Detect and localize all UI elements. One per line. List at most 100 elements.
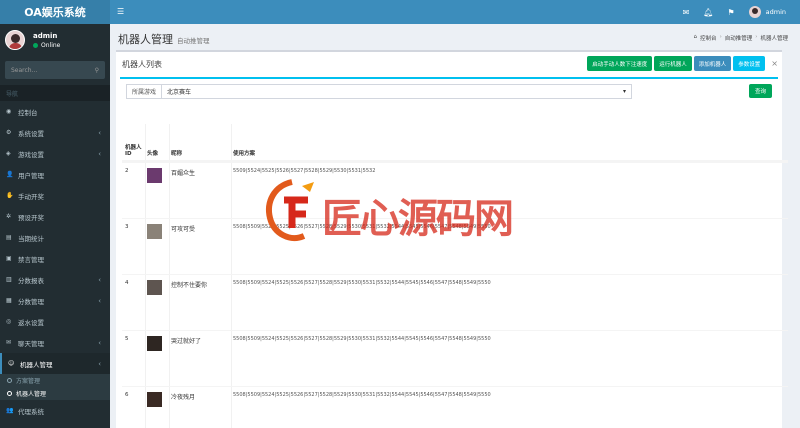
sidebar-item-label: 用户管理: [18, 171, 44, 180]
add-robot-button[interactable]: 添加机器人: [693, 56, 732, 71]
chevron-left-icon: ‹: [98, 128, 101, 137]
header-nickname: 昵称: [171, 151, 183, 157]
user-menu[interactable]: admin: [748, 6, 786, 18]
robot-nickname: 冷夜残月: [171, 394, 196, 401]
submenu-item[interactable]: 方案管理: [0, 374, 110, 387]
table-row[interactable]: 4 控制不住要你 5508|5509|5524|5525|5526|5527|552…: [122, 274, 788, 330]
user-name: admin: [33, 31, 58, 40]
breadcrumb-separator: ›: [719, 34, 722, 40]
sidebar-item[interactable]: ✋ 手动开奖: [0, 185, 110, 206]
table-header: 机器人ID 头像 昵称 使用方案: [122, 124, 788, 162]
chat-icon: ✉: [6, 339, 12, 346]
sidebar-item-label: 禁言管理: [18, 255, 44, 264]
game-filter: 所属游戏 北京赛车 ▾: [126, 84, 633, 99]
topbar-avatar: [748, 6, 761, 18]
sidebar-item[interactable]: ✲ 预设开奖: [0, 206, 110, 227]
robot-plan: 5508|5509|5524|5525|5526|5527|5528|5529|…: [233, 336, 491, 342]
robot-id: 5: [125, 336, 129, 342]
sidebar-item-label: 系统设置: [18, 129, 44, 138]
start-manual-bet-speed-button[interactable]: 启动手动人数下注速度: [587, 56, 653, 71]
dashboard-icon: ◉: [6, 108, 12, 115]
menu-toggle-icon[interactable]: ☰: [117, 7, 124, 16]
robot-submenu: 方案管理 机器人管理: [0, 374, 110, 400]
sidebar-item-label: 返水设置: [18, 318, 44, 327]
avatar-cell: [144, 336, 168, 386]
status-label: Online: [41, 41, 61, 49]
user-status: Online: [33, 42, 60, 49]
sidebar-item[interactable]: ◎ 返水设置: [0, 311, 110, 332]
robot-avatar: [147, 336, 162, 351]
box-title: 机器人列表: [122, 60, 162, 69]
chevron-left-icon: ‹: [98, 359, 101, 368]
robot-avatar: [147, 280, 162, 295]
search-placeholder: Search...: [11, 66, 38, 74]
breadcrumb-item[interactable]: 自动推管理: [725, 34, 753, 42]
sidebar-item[interactable]: ⚙ 系统设置 ‹: [0, 122, 110, 143]
submenu-item-label: 方案管理: [16, 378, 41, 385]
watermark-logo-icon: [266, 179, 314, 241]
search-icon[interactable]: ⚲: [95, 67, 99, 74]
robot-avatar: [147, 392, 162, 407]
robot-icon: ☺: [8, 360, 15, 367]
divider: [120, 77, 778, 79]
breadcrumb-item[interactable]: 控制台: [700, 34, 717, 42]
sidebar-item[interactable]: ✉ 聊天管理 ‹: [0, 332, 110, 353]
page-title: 机器人管理 自动推管理: [118, 31, 210, 47]
mail-icon[interactable]: ✉: [683, 8, 690, 17]
sidebar-item-label: 聊天管理: [18, 339, 44, 348]
home-icon: ⌂: [693, 34, 698, 40]
circle-icon: [7, 391, 12, 396]
query-button[interactable]: 查询: [748, 84, 772, 98]
sidebar-item[interactable]: ▦ 分数管理 ‹: [0, 290, 110, 311]
flag-icon[interactable]: ⚑: [727, 8, 734, 17]
robot-table: 机器人ID 头像 昵称 使用方案 2 百媚众生 5509|5524|5525|552…: [122, 124, 788, 428]
sidebar-item[interactable]: ◉ 控制台: [0, 101, 110, 122]
user-panel: admin Online: [0, 24, 110, 56]
robot-id: 2: [125, 168, 129, 174]
sidebar-item[interactable]: ▤ 当期统计: [0, 227, 110, 248]
breadcrumb: ⌂ 控制台 › 自动推管理 › 机器人管理: [694, 34, 788, 42]
robot-plan: 5508|5509|5524|5525|5526|5527|5528|5529|…: [233, 392, 491, 398]
sidebar-item[interactable]: ◈ 游戏设置 ‹: [0, 143, 110, 164]
chevron-left-icon: ‹: [98, 149, 101, 158]
robot-avatar: [147, 168, 162, 183]
robot-plan: 5508|5509|5524|5525|5526|5527|5528|5529|…: [233, 280, 491, 286]
breadcrumb-item-current: 机器人管理: [760, 36, 788, 42]
run-robot-button[interactable]: 运行机器人: [654, 56, 692, 71]
parameter-settings-button[interactable]: 参数设置: [733, 56, 766, 71]
top-navbar: ☰ ✉ 🔔︎ ⚑ admin: [110, 0, 800, 24]
sidebar-item[interactable]: ▥ 分数报表 ‹: [0, 269, 110, 290]
table-row[interactable]: 6 冷夜残月 5508|5509|5524|5525|5526|5527|5528|…: [122, 386, 788, 428]
sidebar-item[interactable]: ☺ 机器人管理 ‹: [0, 353, 110, 374]
chevron-left-icon: ‹: [98, 338, 101, 347]
sidebar-item-label: 预设开奖: [18, 213, 44, 222]
avatar: [5, 30, 25, 50]
robot-nickname: 可攻可受: [171, 226, 196, 233]
nav-header: 导航: [0, 85, 110, 101]
bell-icon[interactable]: 🔔︎: [703, 8, 713, 17]
stats-icon: ▤: [6, 234, 12, 241]
submenu-item[interactable]: 机器人管理: [0, 387, 110, 400]
robot-avatar: [147, 224, 162, 239]
close-icon[interactable]: ×: [771, 59, 778, 68]
robot-id: 3: [125, 224, 129, 230]
online-dot-icon: [33, 42, 38, 48]
app-logo[interactable]: OA娱乐系统: [0, 0, 110, 24]
sidebar-item-agent[interactable]: 👥 代理系统: [0, 400, 110, 421]
chevron-down-icon: ▾: [623, 88, 627, 95]
chevron-left-icon: ‹: [98, 296, 101, 305]
sidebar-item[interactable]: ▣ 禁言管理: [0, 248, 110, 269]
header-avatar: 头像: [147, 151, 159, 157]
content-header: 机器人管理 自动推管理 ⌂ 控制台 › 自动推管理 › 机器人管理: [110, 24, 800, 50]
game-select[interactable]: 北京赛车 ▾: [162, 84, 633, 99]
settings-icon: ✲: [6, 213, 12, 220]
sidebar-item[interactable]: 👤 用户管理: [0, 164, 110, 185]
game-select-value: 北京赛车: [167, 89, 192, 96]
table-row[interactable]: 5 哭过就好了 5508|5509|5524|5525|5526|5527|5528…: [122, 330, 788, 386]
sidebar-item-label: 代理系统: [18, 407, 44, 416]
box-toolbar: 启动手动人数下注速度 运行机器人 添加机器人 参数设置 ×: [587, 56, 778, 71]
sidebar-search-input[interactable]: Search... ⚲: [5, 61, 105, 79]
submenu-item-label: 机器人管理: [16, 391, 47, 398]
report-icon: ▥: [6, 276, 12, 283]
header-id: 机器人ID: [125, 145, 142, 157]
